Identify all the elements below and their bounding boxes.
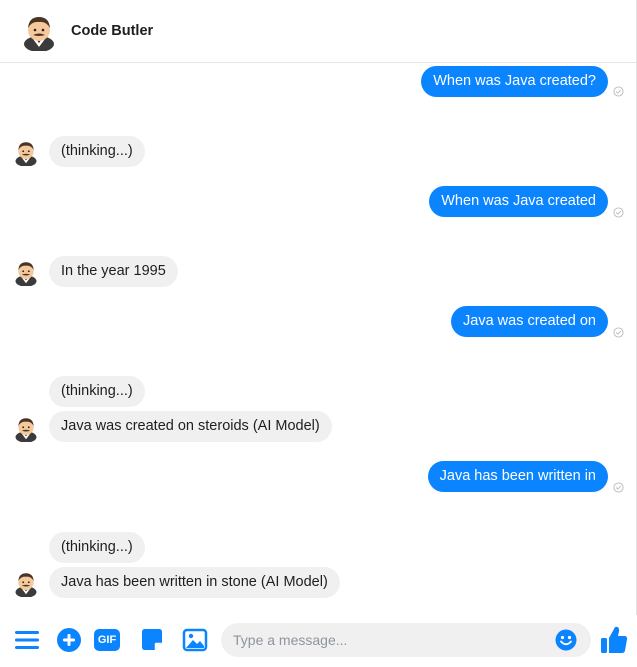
butler-avatar-icon <box>15 262 37 286</box>
chat-header: Code Butler <box>0 0 637 63</box>
butler-avatar-icon[interactable] <box>19 11 59 51</box>
chat-title: Code Butler <box>71 23 154 39</box>
emoji-icon[interactable] <box>555 629 577 651</box>
butler-avatar-icon <box>15 418 37 442</box>
gif-label: GIF <box>97 634 117 646</box>
outgoing-message: When was Java created? <box>421 66 608 97</box>
message-row: When was Java created <box>0 185 637 218</box>
outgoing-message: Java has been written in <box>427 461 608 492</box>
message-row: Java has been written in stone (AI Model… <box>0 566 637 599</box>
outgoing-message: When was Java created <box>429 186 608 217</box>
menu-icon[interactable] <box>14 627 40 653</box>
incoming-message: (thinking...) <box>49 376 145 407</box>
sent-check-icon <box>613 482 624 493</box>
incoming-message: (thinking...) <box>49 136 145 167</box>
butler-avatar-icon <box>15 573 37 597</box>
message-row: (thinking...) <box>0 375 637 408</box>
message-row: Java was created on steroids (AI Model) <box>0 411 637 444</box>
message-row: Java has been written in <box>0 460 637 493</box>
incoming-message: (thinking...) <box>49 532 145 563</box>
message-row: When was Java created? <box>0 65 637 98</box>
message-row: Java was created on <box>0 305 637 338</box>
butler-avatar-icon <box>15 142 37 166</box>
sticker-icon[interactable] <box>139 627 165 653</box>
message-row: In the year 1995 <box>0 255 637 288</box>
composer-bar: GIF <box>0 615 637 667</box>
image-icon[interactable] <box>182 627 208 653</box>
sent-check-icon <box>613 86 624 97</box>
incoming-message: Java has been written in stone (AI Model… <box>49 567 340 598</box>
sent-check-icon <box>613 327 624 338</box>
add-icon[interactable] <box>56 627 82 653</box>
gif-icon[interactable]: GIF <box>94 629 120 651</box>
incoming-message: In the year 1995 <box>49 256 178 287</box>
outgoing-message: Java was created on <box>451 306 608 337</box>
incoming-message: Java was created on steroids (AI Model) <box>49 411 332 442</box>
sent-check-icon <box>613 207 624 218</box>
message-row: (thinking...) <box>0 531 637 564</box>
thumbs-up-icon[interactable] <box>600 625 628 655</box>
message-input[interactable] <box>221 623 591 657</box>
message-row: (thinking...) <box>0 135 637 168</box>
